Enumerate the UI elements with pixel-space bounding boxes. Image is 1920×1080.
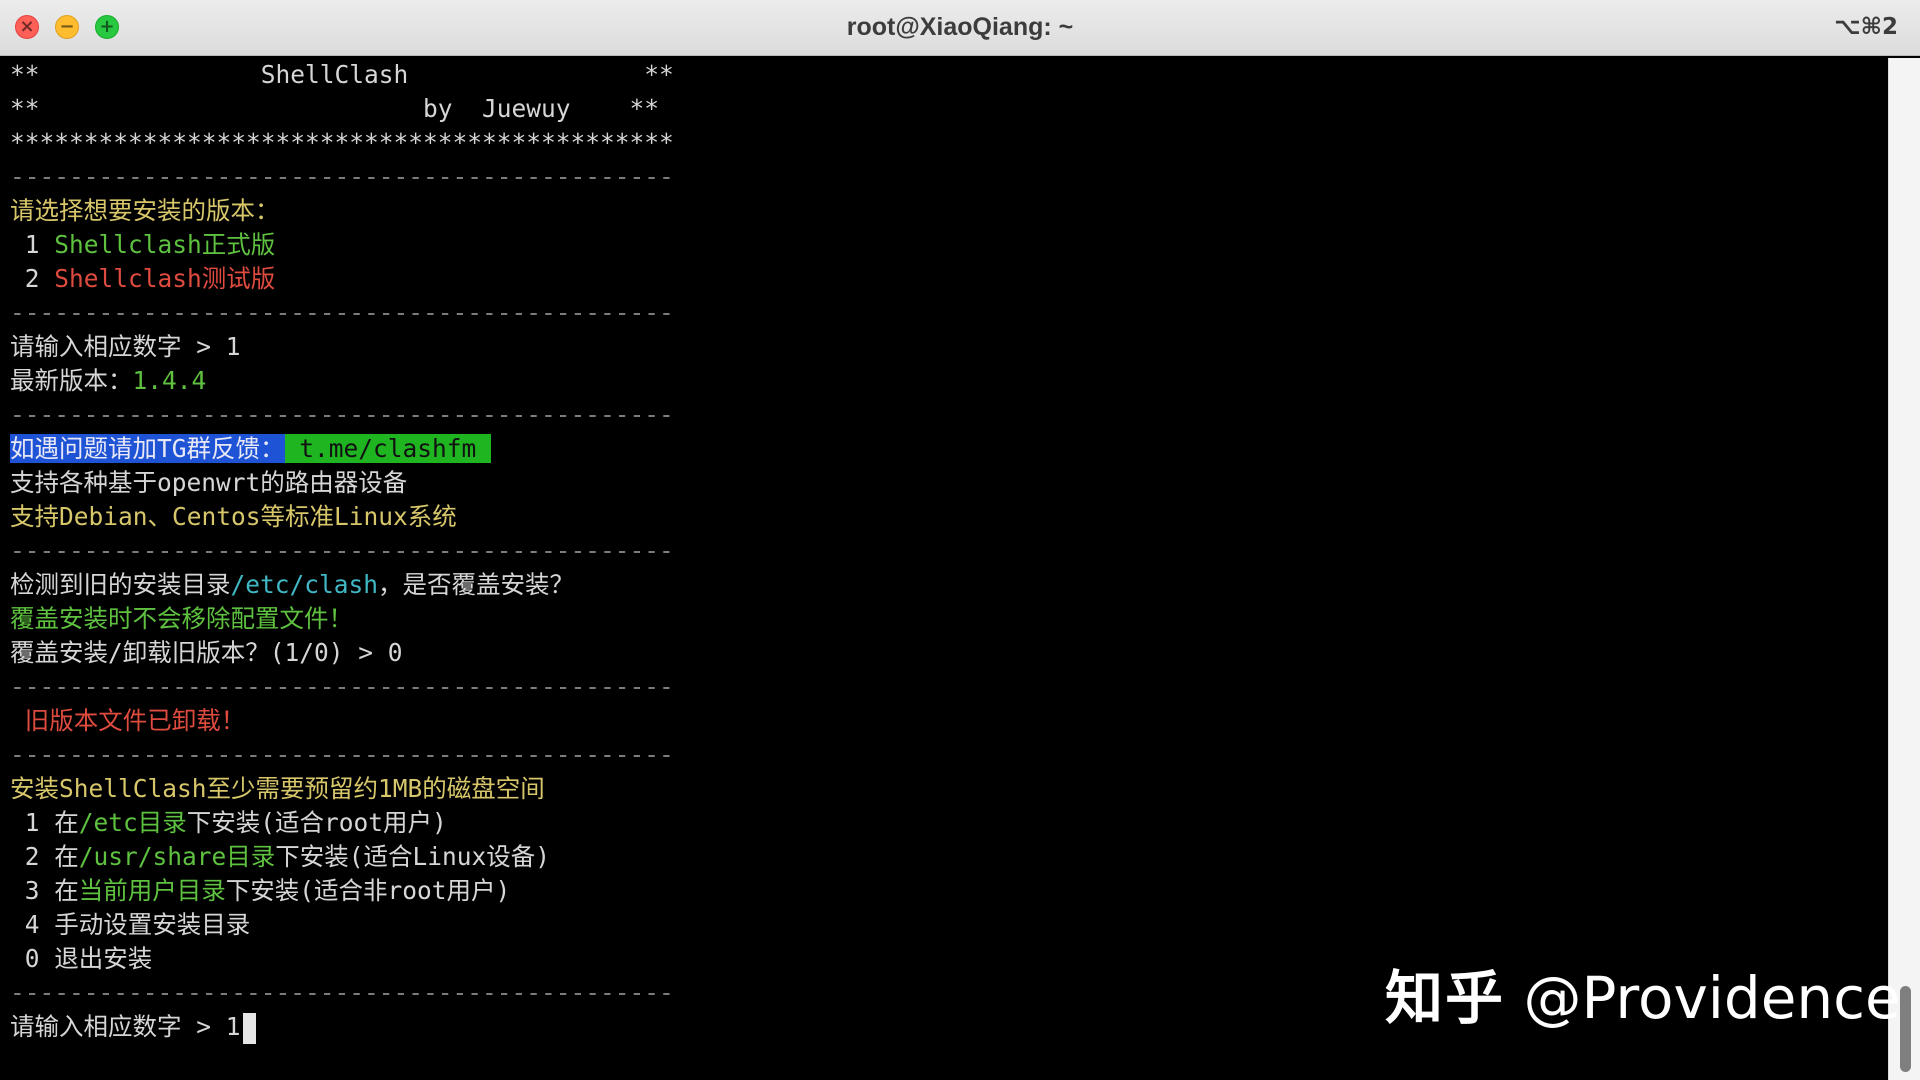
terminal-line-disk-space: 安装ShellClash至少需要预留约1MB的磁盘空间 [10, 774, 545, 803]
window-shortcut-label: ⌥⌘2 [1834, 14, 1898, 40]
version-2-number: 2 [10, 264, 55, 293]
option-1-suffix: 下安装(适合root用户) [186, 808, 447, 837]
window-titlebar[interactable]: × − + root@XiaoQiang: ~ ⌥⌘2 [0, 0, 1920, 56]
terminal-line-uninstalled: 旧版本文件已卸载！ [10, 706, 246, 735]
text-cursor [242, 1012, 256, 1044]
version-1-label: Shellclash正式版 [54, 230, 276, 259]
terminal-line-option-3: 3 在当前用户目录下安装(适合非root用户) [10, 874, 1880, 908]
version-2-label: Shellclash测试版 [54, 264, 276, 293]
old-dir-suffix: ，是否覆盖安装？ [378, 570, 575, 599]
option-3-suffix: 下安装(适合非root用户) [225, 876, 511, 905]
window-title: root@XiaoQiang: ~ [846, 13, 1074, 41]
terminal-line-stars: ****************************************… [10, 128, 674, 157]
option-1-path: /etc目录 [78, 808, 187, 837]
terminal-separator: ----------------------------------------… [10, 298, 674, 327]
watermark-author: @Providence [1505, 964, 1901, 1032]
terminal-line-version-1: 1 Shellclash正式版 [10, 228, 1880, 262]
terminal-separator: ----------------------------------------… [10, 740, 674, 769]
terminal-separator: ----------------------------------------… [10, 536, 674, 565]
terminal-line-option-4: 4 手动设置安装目录 [10, 910, 251, 939]
terminal-line-tg-feedback: 如遇问题请加TG群反馈： t.me/clashfm [10, 432, 1880, 466]
terminal-line-version-2: 2 Shellclash测试版 [10, 262, 1880, 296]
terminal-window: × − + root@XiaoQiang: ~ ⌥⌘2 ** ShellClas… [0, 0, 1920, 1080]
option-2-suffix: 下安装(适合Linux设备) [275, 842, 551, 871]
terminal-output[interactable]: ** ShellClash ** ** by Juewuy ** *******… [10, 58, 1880, 1078]
watermark-site: 知乎 [1385, 964, 1506, 1032]
terminal-line-header-author: ** by Juewuy ** [10, 94, 660, 123]
watermark: 知乎 @Providence [1385, 958, 1901, 1038]
tg-group-link[interactable]: t.me/clashfm [284, 434, 492, 463]
terminal-line-latest-version: 最新版本：1.4.4 [10, 364, 1880, 398]
terminal-line-support-openwrt: 支持各种基于openwrt的路由器设备 [10, 468, 408, 497]
terminal-line-choose-version: 请选择想要安装的版本： [10, 196, 280, 225]
terminal-separator: ----------------------------------------… [10, 672, 674, 701]
terminal-separator: ----------------------------------------… [10, 400, 674, 429]
terminal-scrollbar[interactable] [1888, 58, 1920, 1080]
option-3-number: 3 在 [10, 876, 79, 905]
terminal-line-uninstall-prompt: 覆盖安装/卸载旧版本？(1/0) > 0 [10, 638, 403, 667]
option-2-path: /usr/share目录 [78, 842, 276, 871]
version-1-number: 1 [10, 230, 55, 259]
tg-feedback-label: 如遇问题请加TG群反馈： [10, 434, 285, 463]
terminal-line-option-2: 2 在/usr/share目录下安装(适合Linux设备) [10, 840, 1880, 874]
scrollbar-thumb[interactable] [1900, 986, 1911, 1072]
latest-version-label: 最新版本： [10, 366, 133, 395]
terminal-line-old-dir: 检测到旧的安装目录/etc/clash，是否覆盖安装？ [10, 568, 1880, 602]
terminal-line-option-1: 1 在/etc目录下安装(适合root用户) [10, 806, 1880, 840]
option-1-number: 1 在 [10, 808, 79, 837]
old-dir-prefix: 检测到旧的安装目录 [10, 570, 231, 599]
terminal-line-header-name: ** ShellClash ** [10, 60, 674, 89]
terminal-line-input-prompt-1: 请输入相应数字 > 1 [10, 332, 241, 361]
latest-version-value: 1.4.4 [132, 366, 207, 395]
terminal-line-support-linux: 支持Debian、Centos等标准Linux系统 [10, 502, 457, 531]
option-3-path: 当前用户目录 [78, 876, 226, 905]
old-dir-path: /etc/clash [230, 570, 379, 599]
terminal-line-overwrite-note: 覆盖安装时不会移除配置文件！ [10, 604, 353, 633]
option-2-number: 2 在 [10, 842, 79, 871]
terminal-separator: ----------------------------------------… [10, 162, 674, 191]
input-prompt-text: 请输入相应数字 > 1 [10, 1012, 241, 1041]
